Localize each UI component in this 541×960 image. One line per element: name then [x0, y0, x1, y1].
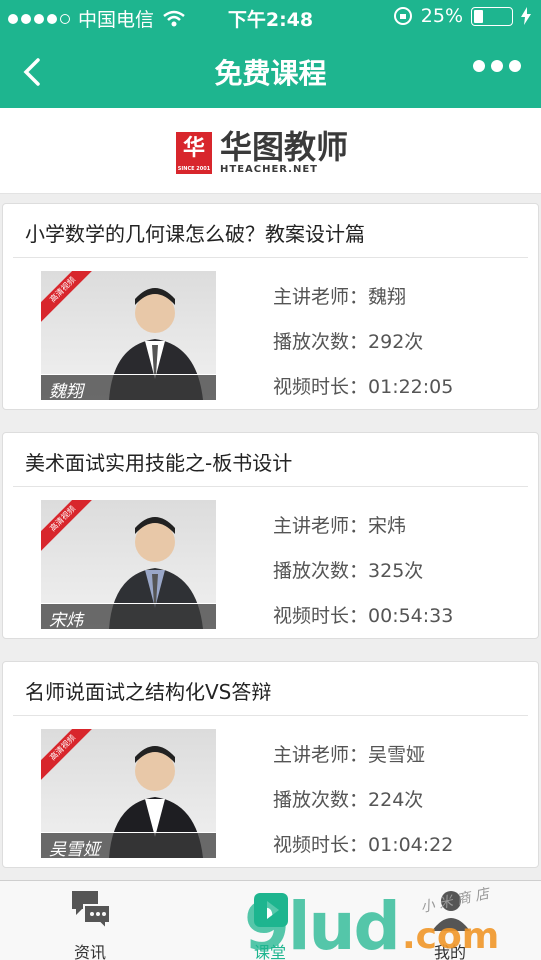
brand-logo: 华 SINCE 2001 华图教师 HTEACHER.NET: [176, 130, 348, 175]
nav-bar: 免费课程: [0, 34, 541, 108]
course-info: 主讲老师：宋炜 播放次数：325次视频时长：00:54:33: [273, 504, 453, 639]
course-card[interactable]: 小学数学的几何课怎么破？教案设计篇 高清视频 魏翔 主讲老师：魏翔 播放次数：292次视…: [2, 203, 539, 410]
teacher-name: 吴雪娅: [368, 744, 426, 766]
divider: [13, 486, 528, 487]
course-card[interactable]: 美术面试实用技能之-板书设计 高清视频 宋炜 主讲老师：宋炜 播放次数：325次 视频时长…: [2, 432, 539, 639]
charging-icon: [521, 7, 531, 25]
teacher-name: 魏翔: [368, 286, 407, 308]
course-info: 主讲老师：魏翔 播放次数：292次视频时长：01:22:05: [273, 275, 453, 410]
battery-percent: 25%: [420, 5, 463, 27]
brand-name: 华图教师: [220, 128, 349, 166]
hd-tag: 高清视频: [41, 271, 97, 324]
duration-row: 视频时长：01:22:05: [273, 376, 454, 398]
logo-mark: 华 SINCE 2001: [176, 131, 212, 174]
tab-news[interactable]: 资讯: [30, 881, 150, 960]
course-title: 名师说面试之结构化VS答辩: [25, 680, 272, 704]
teacher-row: 主讲老师：魏翔: [273, 286, 407, 308]
page-title: 免费课程: [214, 57, 327, 90]
signature-strip: 宋炜: [41, 603, 216, 629]
duration-row: 视频时长：00:54:33: [273, 605, 454, 627]
tab-label: 资讯: [73, 943, 106, 960]
plays-row: 播放次数：292次: [273, 331, 424, 353]
more-icon[interactable]: [473, 60, 521, 72]
status-bar: 中国电信 下午2:48 25%: [0, 0, 541, 34]
brand-banner: 华 SINCE 2001 华图教师 HTEACHER.NET: [0, 108, 541, 194]
watermark-suffix: .com: [402, 916, 500, 957]
battery-area: 25%: [393, 5, 531, 27]
teacher-row: 主讲老师：吴雪娅: [273, 744, 426, 766]
teacher-signature: 宋炜: [49, 611, 83, 629]
course-title: 美术面试实用技能之-板书设计: [25, 451, 293, 475]
course-card[interactable]: 名师说面试之结构化VS答辩 高清视频 吴雪娅 主讲老师：吴雪娅 播放次数：224次 视频时…: [2, 661, 539, 868]
divider: [13, 715, 528, 716]
play-count: 224次: [368, 789, 424, 811]
duration-row: 视频时长：01:04:22: [273, 834, 454, 856]
course-thumbnail[interactable]: 高清视频 宋炜: [41, 500, 216, 629]
play-count: 325次: [368, 560, 424, 582]
course-info: 主讲老师：吴雪娅 播放次数：224次视频时长：01:04:22: [273, 733, 453, 868]
battery-icon: [471, 6, 513, 26]
video-duration: 01:22:05: [368, 376, 454, 398]
rotation-lock-icon: [393, 7, 412, 25]
top-bar: 中国电信 下午2:48 25% 免费课程: [0, 0, 541, 108]
video-duration: 00:54:33: [368, 605, 454, 627]
chat-icon: [72, 891, 111, 932]
signature-strip: 魏翔: [41, 374, 216, 400]
hd-tag: 高清视频: [41, 729, 97, 782]
signature-strip: 吴雪娅: [41, 832, 216, 858]
video-duration: 01:04:22: [368, 834, 454, 856]
teacher-row: 主讲老师：宋炜: [273, 515, 407, 537]
teacher-name: 宋炜: [368, 515, 407, 537]
course-thumbnail[interactable]: 高清视频 魏翔: [41, 271, 216, 400]
teacher-signature: 吴雪娅: [49, 840, 100, 858]
course-thumbnail[interactable]: 高清视频吴雪娅: [41, 729, 216, 858]
watermark: 9lud: [244, 888, 401, 960]
hd-tag: 高清视频: [41, 500, 97, 553]
play-count: 292次: [368, 331, 424, 353]
teacher-signature: 魏翔: [49, 382, 83, 400]
divider: [13, 257, 528, 258]
course-title: 小学数学的几何课怎么破？教案设计篇: [25, 222, 365, 246]
plays-row: 播放次数：325次: [273, 560, 424, 582]
plays-row: 播放次数：224次: [273, 789, 424, 811]
